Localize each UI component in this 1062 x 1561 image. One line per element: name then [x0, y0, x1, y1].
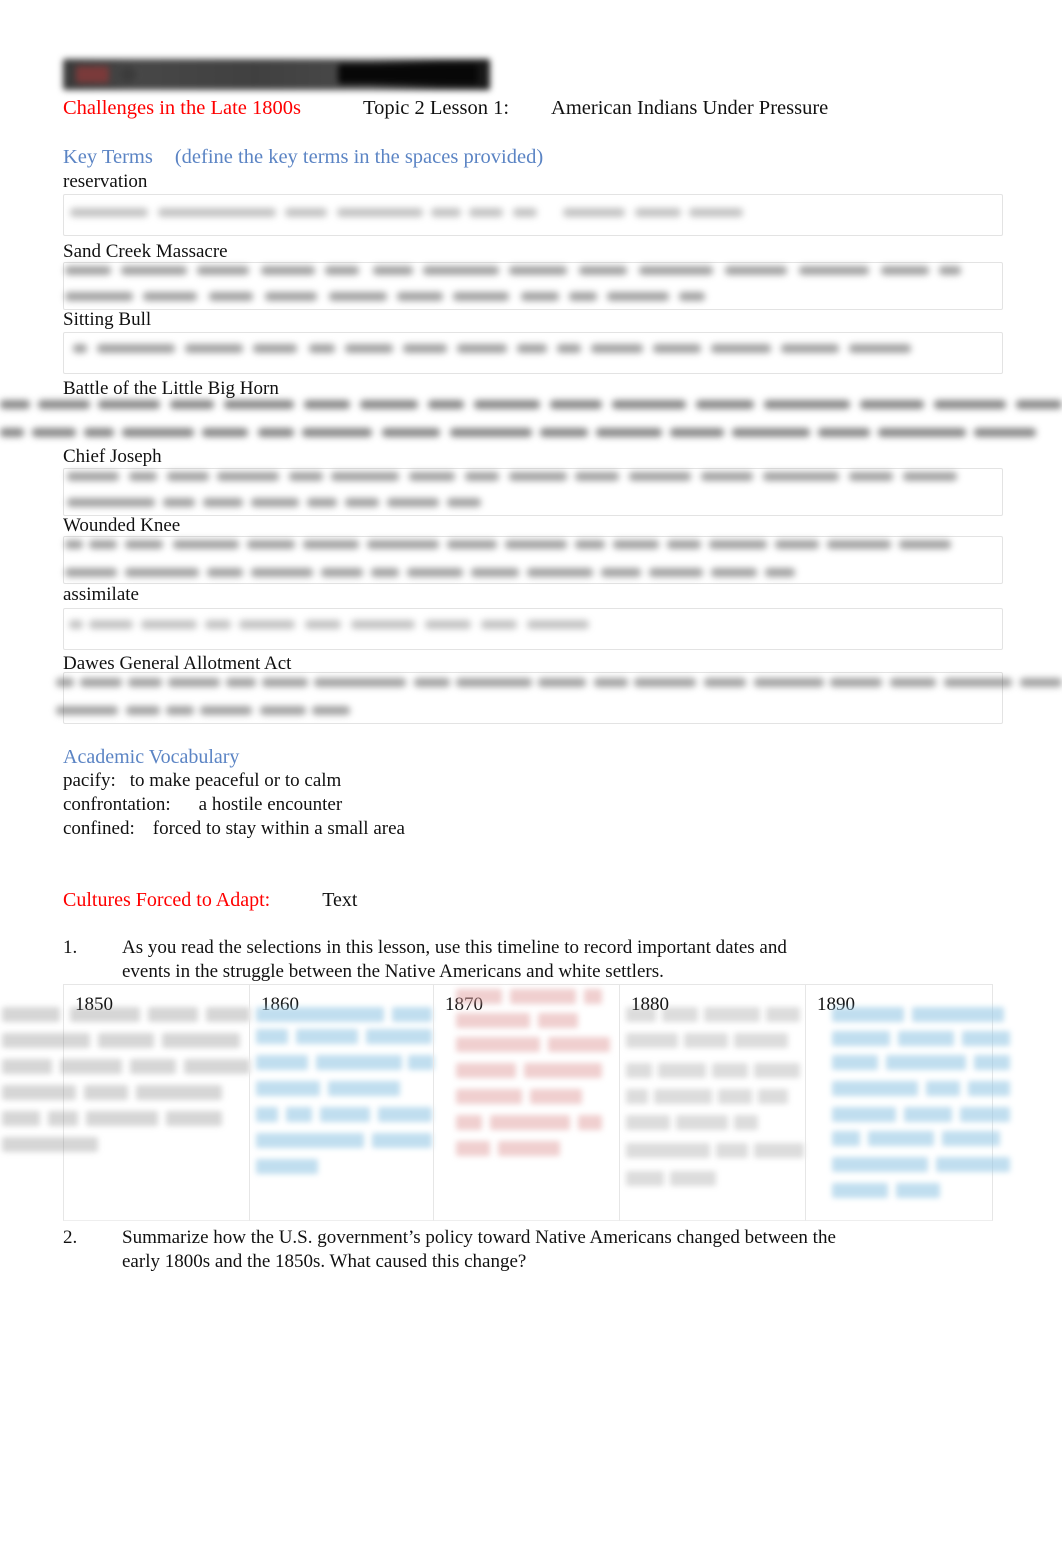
vocab-entry-confrontation: confrontation: a hostile encounter	[63, 793, 342, 817]
page-title: Challenges in the Late 1800s Topic 2 Less…	[63, 96, 1023, 120]
title-red-text: Challenges in the Late 1800s	[63, 97, 301, 119]
vocab-term-confined: confined:	[63, 818, 135, 839]
timeline-cell-1850[interactable]: 1850	[2, 984, 250, 1221]
redacted-timeline-entry-1890	[806, 985, 1010, 1220]
term-label-wounded-knee: Wounded Knee	[63, 515, 181, 536]
question-2-number: 2.	[63, 1227, 78, 1248]
cultures-forced-to-adapt-heading: Cultures Forced to Adapt: Text	[63, 888, 357, 912]
term-label-assimilate: assimilate	[63, 584, 139, 605]
question-2-line-2: early 1800s and the 1850s. What caused t…	[122, 1251, 527, 1272]
vocab-def-pacify: to make peaceful or to calm	[129, 770, 342, 791]
vocab-def-confrontation: a hostile encounter	[198, 794, 343, 815]
vocab-term-pacify: pacify:	[63, 770, 116, 791]
answer-box-dawes-general-allotment-act[interactable]	[63, 672, 1003, 724]
vocab-entry-pacify: pacify: to make peaceful or to calm	[63, 769, 341, 793]
worksheet-page: Challenges in the Late 1800s Topic 2 Less…	[0, 0, 1062, 1561]
timeline-cell-1890[interactable]: 1890	[805, 984, 1010, 1221]
academic-vocabulary-heading: Academic Vocabulary	[63, 746, 240, 768]
key-terms-label: Key Terms	[63, 146, 153, 168]
timeline-cell-1880[interactable]: 1880	[619, 984, 805, 1221]
vocab-def-confined: forced to stay within a small area	[152, 818, 405, 839]
redacted-header-bar	[63, 59, 490, 90]
answer-box-chief-joseph[interactable]	[63, 468, 1003, 516]
header-bar-red-block	[76, 66, 109, 83]
timeline-cell-1870[interactable]: 1870	[433, 984, 619, 1221]
redacted-timeline-entry-1880	[620, 985, 805, 1220]
cultures-heading-label: Cultures Forced to Adapt:	[63, 889, 271, 911]
question-1-text: As you read the selections in this lesso…	[122, 936, 922, 984]
term-label-sitting-bull: Sitting Bull	[63, 309, 152, 330]
term-label-chief-joseph: Chief Joseph	[63, 446, 162, 467]
timeline-cell-1860[interactable]: 1860	[249, 984, 434, 1221]
timeline-row: 1850 1860 1870 1880 1890	[2, 984, 1010, 1221]
title-topic: Topic 2 Lesson 1:	[362, 97, 510, 119]
cultures-source-label: Text	[322, 889, 358, 911]
question-1-line-2: events in the struggle between the Nativ…	[122, 961, 664, 982]
question-2-line-1: Summarize how the U.S. government’s poli…	[122, 1227, 836, 1248]
header-bar-black-block	[338, 64, 478, 84]
term-label-sand-creek-massacre: Sand Creek Massacre	[63, 241, 228, 262]
redacted-timeline-entry-1860	[250, 985, 434, 1220]
answer-box-sitting-bull[interactable]	[63, 332, 1003, 374]
key-terms-instruction: (define the key terms in the spaces prov…	[174, 146, 544, 168]
vocab-entry-confined: confined: forced to stay within a small a…	[63, 817, 405, 841]
header-bar-dot-icon	[121, 67, 136, 82]
vocab-term-confrontation: confrontation:	[63, 794, 171, 815]
answer-box-sand-creek-massacre[interactable]	[63, 262, 1003, 310]
answer-box-assimilate[interactable]	[63, 608, 1003, 650]
answer-box-wounded-knee[interactable]	[63, 536, 1003, 584]
timeline-table[interactable]: 1850 1860 1870 1880 1890	[2, 984, 1010, 1221]
term-label-reservation: reservation	[63, 171, 148, 192]
redacted-timeline-entry-1870	[434, 985, 619, 1220]
key-terms-heading: Key Terms (define the key terms in the sp…	[63, 145, 543, 169]
question-1-line-1: As you read the selections in this lesso…	[122, 937, 787, 958]
question-2-text: Summarize how the U.S. government’s poli…	[122, 1226, 942, 1274]
redacted-timeline-entry-1850	[2, 985, 250, 1220]
question-1-number: 1.	[63, 937, 78, 958]
term-label-battle-little-big-horn: Battle of the Little Big Horn	[63, 378, 279, 399]
title-lesson: American Indians Under Pressure	[551, 97, 829, 119]
answer-box-reservation[interactable]	[63, 194, 1003, 236]
